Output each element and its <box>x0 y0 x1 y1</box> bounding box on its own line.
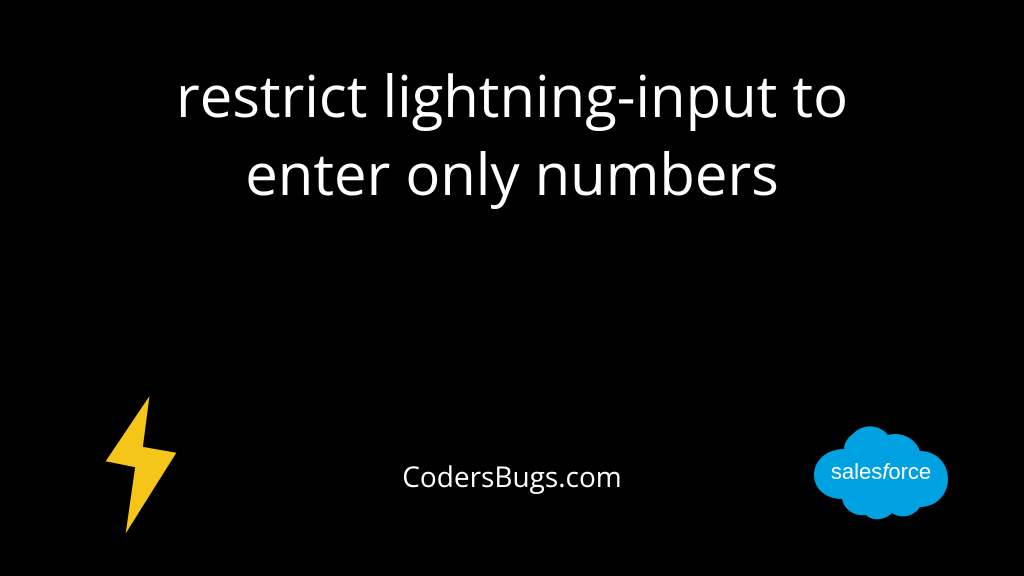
salesforce-text: salesforce <box>831 459 931 484</box>
salesforce-logo-icon: salesforce <box>806 419 956 524</box>
title-line-2: enter only numbers <box>245 133 779 212</box>
lightning-bolt-icon <box>86 390 196 540</box>
main-title: restrict lightning-input to enter only n… <box>0 56 1024 213</box>
title-line-1: restrict lightning-input to <box>176 55 848 134</box>
svg-text:salesforce: salesforce <box>831 459 931 484</box>
